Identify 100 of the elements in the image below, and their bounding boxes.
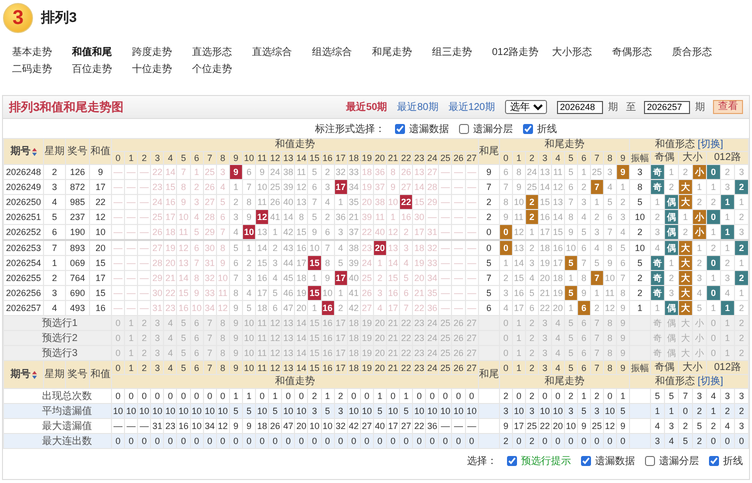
table-cell: 23 <box>360 240 374 256</box>
nav-link[interactable]: 个位走势 <box>192 62 252 77</box>
sort-icon[interactable] <box>32 148 36 156</box>
table-cell: 2 <box>525 240 538 256</box>
nav-link[interactable]: 奇偶形态 <box>612 45 672 60</box>
table-cell: 8 <box>603 240 616 256</box>
column-header: 和值 <box>90 138 112 164</box>
table-cell: 18 <box>538 240 552 256</box>
nav-link[interactable]: 跨度走势 <box>132 45 192 60</box>
table-cell: 2026248 <box>4 164 44 180</box>
nav-link[interactable]: 直选形态 <box>192 45 252 60</box>
table-cell: 2026255 <box>4 270 44 286</box>
table-cell: — <box>124 240 138 256</box>
table-cell: 19 <box>164 240 177 256</box>
table-cell: 5 <box>616 240 630 256</box>
checkbox-label: 预选行提示 <box>521 454 571 468</box>
issue-input[interactable]: 2026248 <box>557 100 603 114</box>
table-cell: 16 <box>551 240 564 256</box>
nav-link[interactable]: 组三走势 <box>432 45 492 60</box>
year-select[interactable]: 选年 <box>505 100 547 114</box>
checkbox[interactable] <box>523 124 533 134</box>
table-cell: 2026250 <box>4 194 44 210</box>
table-cell: — <box>138 240 151 256</box>
row-label: 预选行2 <box>4 330 112 346</box>
checkbox[interactable] <box>645 456 655 466</box>
table-cell: 6 <box>190 240 204 256</box>
checkbox-label: 折线 <box>723 454 743 468</box>
group-header: 和值形态 <box>654 139 695 150</box>
checkbox[interactable] <box>709 456 719 466</box>
nav-link[interactable]: 012路走势 <box>492 45 552 60</box>
table-cell: 16 <box>294 240 308 256</box>
nav-link[interactable]: 和值和尾 <box>72 45 132 60</box>
group-header: 和值形态 <box>654 376 695 386</box>
column-header: 奇偶 <box>650 360 678 374</box>
table-cell: 30 <box>203 240 216 256</box>
nav-link[interactable]: 和尾走势 <box>372 45 432 60</box>
logo: 3 <box>3 3 33 33</box>
table-cell: 1 <box>242 240 256 256</box>
checkbox-label: 遗漏数据 <box>409 122 449 136</box>
row-label: 平均遗漏值 <box>4 404 112 418</box>
table-cell: 13 <box>386 240 400 256</box>
nav-link[interactable]: 直选综合 <box>252 45 312 60</box>
table-cell: 10 <box>629 240 650 256</box>
sort-icon[interactable] <box>32 370 36 378</box>
unit-label: 期 <box>695 100 705 114</box>
row-label: 预选行1 <box>4 316 112 330</box>
row-label: 出现总次数 <box>4 388 112 404</box>
checkbox[interactable] <box>459 124 469 134</box>
range-label: 至 <box>626 101 636 114</box>
table-cell: 7 <box>321 240 334 256</box>
table-cell: 2026251 <box>4 210 44 224</box>
table-cell: 2026253 <box>4 240 44 256</box>
nav-link[interactable]: 二码走势 <box>12 62 72 77</box>
checkbox[interactable] <box>507 456 517 466</box>
table-cell: 2026254 <box>4 256 44 270</box>
table-cell: — <box>438 240 452 256</box>
column-header[interactable]: 期号 <box>4 360 44 388</box>
table-cell: 2 <box>268 240 282 256</box>
nav-link[interactable]: 基本走势 <box>12 45 72 60</box>
nav-link[interactable]: 大小形态 <box>552 45 612 60</box>
table-cell: 4 <box>334 240 348 256</box>
table-cell: 12 <box>176 240 190 256</box>
table-cell: 43 <box>282 240 295 256</box>
table-cell: 7 <box>44 240 66 256</box>
table-cell: 2026257 <box>4 300 44 316</box>
nav-link[interactable]: 十位走势 <box>132 62 192 77</box>
group-header: 和尾走势 <box>499 138 630 152</box>
highlighted-cell: 偶 <box>664 240 678 256</box>
table-cell: 893 <box>66 240 90 256</box>
switch-link[interactable]: [切换] <box>698 139 724 150</box>
unit-label: 期 <box>608 100 618 114</box>
table-cell: 38 <box>347 240 360 256</box>
query-button[interactable]: 查看 <box>713 100 743 114</box>
table-cell: 2026249 <box>4 180 44 194</box>
table-cell: 13 <box>512 240 526 256</box>
checkbox[interactable] <box>395 124 405 134</box>
nav-link[interactable]: 百位走势 <box>72 62 132 77</box>
column-header[interactable]: 期号 <box>4 138 44 164</box>
group-header: 和尾走势 <box>499 374 630 388</box>
highlighted-cell: 2 <box>734 240 748 256</box>
range-link[interactable]: 最近120期 <box>448 100 495 114</box>
table-cell: 4 <box>590 240 604 256</box>
group-header: 和值走势 <box>112 374 478 388</box>
table-cell: 27 <box>150 240 164 256</box>
nav-link[interactable]: 组选综合 <box>312 45 372 60</box>
options-label: 标注形式选择： <box>315 122 385 136</box>
table-cell: 1 <box>720 240 734 256</box>
checkbox-label: 遗漏分层 <box>473 122 513 136</box>
table-cell: — <box>452 240 466 256</box>
highlighted-cell: 20 <box>373 240 386 256</box>
checkbox[interactable] <box>581 456 591 466</box>
column-header: 星期 <box>44 360 66 388</box>
table-cell: — <box>465 240 478 256</box>
options-label: 选择： <box>467 454 497 468</box>
switch-link[interactable]: [切换] <box>698 376 724 386</box>
range-link[interactable]: 最近50期 <box>346 100 388 114</box>
nav-link[interactable]: 质合形态 <box>672 45 732 60</box>
row-label: 最大连出数 <box>4 434 112 448</box>
issue-input[interactable]: 2026257 <box>644 100 690 114</box>
range-link[interactable]: 最近80期 <box>397 100 438 114</box>
